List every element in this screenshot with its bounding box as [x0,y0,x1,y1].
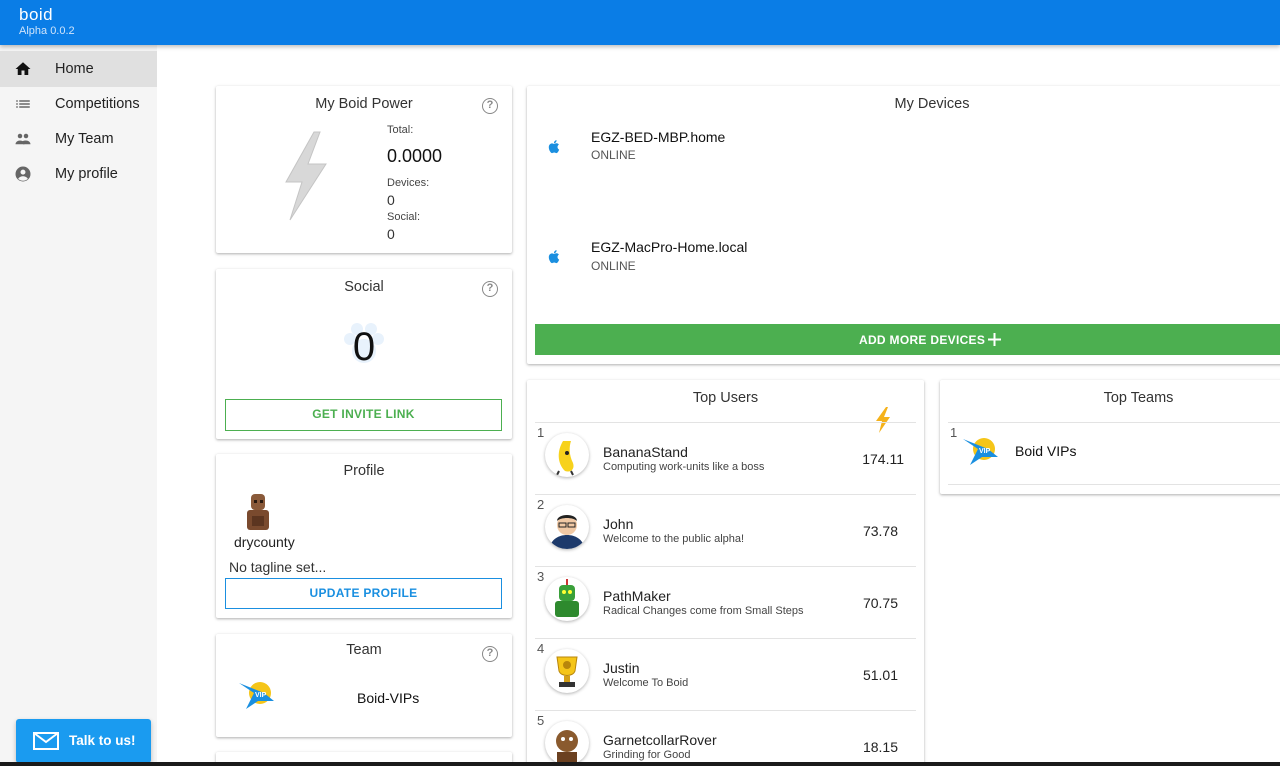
device-row[interactable]: EGZ-MacPro-Home.local ONLINE [527,236,1280,296]
user-score: 70.75 [862,595,898,611]
app-brand[interactable]: boid [19,5,53,25]
sidebar: Home Competitions My Team My profile [0,45,157,766]
svg-text:VIP: VIP [979,448,991,455]
device-name: EGZ-BED-MBP.home [591,129,726,145]
list-item[interactable]: 5 GarnetcollarRover Grinding for Good 18… [535,711,916,766]
list-icon [16,100,30,108]
list-item[interactable]: 4 Justin Welcome To Boid 51.01 [535,639,916,711]
user-score: 174.11 [862,451,904,467]
help-icon[interactable]: ? [482,281,498,297]
top-teams-card: Top Teams 1 VIP Boid VIPs [940,380,1280,494]
apple-icon [548,140,560,154]
mail-icon [33,732,59,750]
total-label: Total: [387,124,414,136]
list-item[interactable]: 1 BananaStand Computing work-units like … [535,423,916,495]
device-name: EGZ-MacPro-Home.local [591,239,748,255]
user-name: BananaStand [603,444,688,460]
home-icon [15,62,31,75]
team-card: Team ? VIP Boid-VIPs [216,634,512,737]
card-title: My Devices [894,96,970,112]
sidebar-item-label: Competitions [55,96,140,112]
card-title: Profile [343,463,385,479]
device-status: ONLINE [591,259,636,273]
card-title: Top Teams [1103,390,1174,406]
app-bar: boid Alpha 0.0.2 [0,0,1280,45]
user-avatar [545,505,589,549]
sidebar-item-label: My Team [55,131,114,147]
card-title: My Boid Power [315,96,413,112]
update-profile-button[interactable]: UPDATE PROFILE [225,578,502,609]
card-title: Top Users [692,390,759,406]
list-item[interactable]: 3 PathMaker Radical Changes come from Sm… [535,567,916,639]
user-avatar [545,433,589,477]
list-item[interactable]: 1 VIP Boid VIPs [948,423,1280,485]
boid-power-card: My Boid Power ? Total: 0.0000 Devices: 0… [216,86,512,253]
user-name: Justin [603,660,640,676]
lightning-bolt-icon [285,131,327,221]
profile-avatar [247,494,269,530]
get-invite-link-button[interactable]: GET INVITE LINK [225,399,502,431]
sidebar-item-my-profile[interactable]: My profile [0,156,157,192]
social-count: 0 [352,325,376,369]
talk-to-us-button[interactable]: Talk to us! [16,719,151,763]
bottom-edge [0,762,1280,766]
sidebar-item-competitions[interactable]: Competitions [0,86,157,122]
user-name: GarnetcollarRover [603,732,717,748]
user-name: John [603,516,634,532]
user-score: 51.01 [862,667,898,683]
profile-card: Profile drycounty No tagline set... UPDA… [216,454,512,618]
rank: 1 [537,425,545,440]
team-logo: VIP [239,682,274,709]
team-icon [15,133,31,145]
user-tagline: Computing work-units like a boss [603,461,765,473]
team-name: Boid VIPs [1015,443,1077,459]
social-value: 0 [387,226,395,242]
apple-icon [548,250,560,264]
rank: 3 [537,569,545,584]
rank: 1 [950,425,958,440]
user-tagline: Radical Changes come from Small Steps [603,605,804,617]
team-logo: VIP [963,438,998,465]
sidebar-item-my-team[interactable]: My Team [0,121,157,157]
social-label: Social: [387,211,421,223]
add-more-devices-label: ADD MORE DEVICES [859,333,986,347]
svg-text:VIP: VIP [255,692,267,699]
top-users-card: Top Users 1 BananaStand Computing work-u… [527,380,924,766]
user-name: PathMaker [603,588,671,604]
sidebar-item-label: My profile [55,166,118,182]
my-devices-card: My Devices EGZ-BED-MBP.home ONLINE EGZ-M… [527,86,1280,364]
user-avatar [545,721,589,765]
user-score: 18.15 [862,739,898,755]
sidebar-item-home[interactable]: Home [0,51,157,87]
devices-label: Devices: [387,177,430,189]
devices-value: 0 [387,192,395,208]
card-title: Team [346,642,382,658]
help-icon[interactable]: ? [482,98,498,114]
rank: 5 [537,713,545,728]
rank: 4 [537,641,545,656]
user-avatar [545,577,589,621]
user-tagline: Welcome To Boid [603,677,689,689]
profile-username: drycounty [234,534,295,550]
team-name: Boid-VIPs [357,690,420,706]
profile-tagline: No tagline set... [229,559,327,575]
user-avatar [545,649,589,693]
add-more-devices-button[interactable]: ADD MORE DEVICES [535,324,1280,355]
user-score: 73.78 [862,523,898,539]
plus-icon [988,333,1001,346]
device-row[interactable]: EGZ-BED-MBP.home ONLINE [527,126,1280,186]
account-icon [15,166,31,182]
total-value: 0.0000 [387,146,443,166]
card-title: Social [344,279,384,295]
social-card: Social ? 0 GET INVITE LINK [216,269,512,439]
sidebar-item-label: Home [55,61,94,77]
list-item[interactable]: 2 John Welcome to the public alpha! 73.7… [535,495,916,567]
user-tagline: Welcome to the public alpha! [603,533,745,545]
help-icon[interactable]: ? [482,646,498,662]
app-version: Alpha 0.0.2 [19,25,75,37]
talk-to-us-label: Talk to us! [69,733,136,748]
device-status: ONLINE [591,148,636,162]
user-tagline: Grinding for Good [603,749,691,761]
rank: 2 [537,497,545,512]
